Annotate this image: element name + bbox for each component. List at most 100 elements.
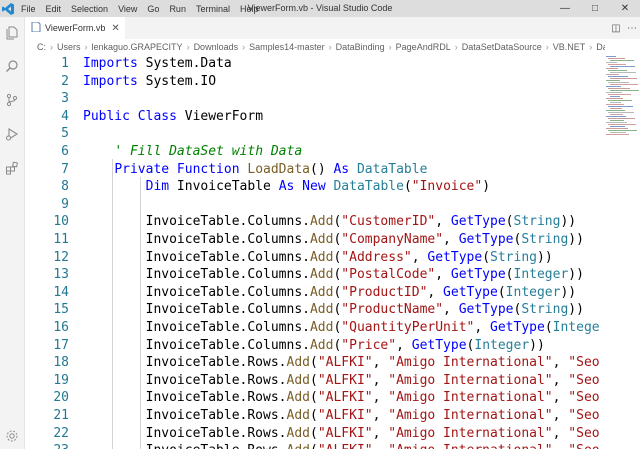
minimap[interactable] bbox=[600, 54, 640, 449]
breadcrumb-item[interactable]: DataBinding bbox=[332, 42, 385, 52]
code-line: 5 bbox=[25, 125, 600, 143]
tab-viewerform[interactable]: ViewerForm.vb ✕ bbox=[25, 17, 125, 39]
editor-actions: ◫ ⋯ bbox=[608, 17, 640, 39]
code-token: GetType bbox=[450, 267, 506, 283]
extensions-icon[interactable] bbox=[4, 160, 20, 176]
minimap-line bbox=[608, 130, 637, 131]
close-icon[interactable]: ✕ bbox=[111, 23, 119, 34]
minimap-line bbox=[610, 126, 625, 127]
menu-edit[interactable]: Edit bbox=[41, 4, 67, 14]
code-token: )) bbox=[560, 284, 577, 300]
code-token: Add bbox=[309, 320, 334, 335]
code-token: "ALFKI" bbox=[317, 408, 373, 423]
minimize-icon[interactable]: — bbox=[550, 0, 580, 17]
breadcrumb-item[interactable]: PageAndRDL bbox=[392, 42, 451, 52]
split-editor-icon[interactable]: ◫ bbox=[608, 23, 624, 34]
code-token: System.IO bbox=[137, 73, 217, 89]
breadcrumb-separator: › bbox=[84, 41, 88, 52]
breadcrumb-item[interactable]: VB.NET bbox=[549, 42, 586, 52]
code-text: Imports System.Data bbox=[83, 55, 232, 73]
source-control-icon[interactable] bbox=[4, 92, 20, 108]
files-icon[interactable] bbox=[4, 25, 20, 41]
code-text: InvoiceTable.Columns.Add ("Address", GetT… bbox=[83, 249, 553, 267]
vb-file-icon bbox=[31, 21, 41, 34]
code-token: , bbox=[396, 337, 412, 353]
menu-terminal[interactable]: Terminal bbox=[191, 4, 235, 14]
code-token: As New bbox=[278, 179, 326, 195]
code-token: InvoiceTable bbox=[169, 179, 279, 195]
menu-go[interactable]: Go bbox=[142, 4, 164, 14]
code-token: GetType bbox=[450, 214, 506, 230]
breadcrumb-item[interactable]: DataSetDataSource bbox=[592, 42, 605, 52]
code-token: "Address" bbox=[341, 249, 412, 265]
settings-gear-icon[interactable] bbox=[4, 428, 20, 444]
menu-run[interactable]: Run bbox=[164, 4, 191, 14]
breadcrumb-item[interactable]: lenkaguo.GRAPECITY bbox=[88, 42, 183, 52]
code-token: Integer bbox=[474, 337, 530, 353]
code-token: InvoiceTable.Columns. bbox=[83, 267, 310, 283]
code-text: InvoiceTable.Rows.Add("ALFKI", "Amigo In… bbox=[83, 407, 600, 425]
breadcrumb-item[interactable]: Users bbox=[53, 42, 81, 52]
minimap-line bbox=[610, 66, 635, 67]
code-token: Add bbox=[286, 355, 310, 371]
minimap-line bbox=[606, 86, 621, 87]
menu-file[interactable]: File bbox=[16, 4, 41, 14]
breadcrumb-item[interactable]: Downloads bbox=[190, 42, 239, 52]
code-token: "Amigo International" bbox=[388, 443, 552, 449]
minimap-line bbox=[608, 82, 629, 83]
code-line: 3 bbox=[25, 90, 600, 108]
code-text: Private Function LoadData() As DataTable bbox=[83, 161, 427, 179]
minimap-line bbox=[608, 76, 628, 77]
line-number: 17 bbox=[53, 337, 69, 353]
code-token: , bbox=[411, 249, 428, 265]
code-token: "PostalCode" bbox=[341, 267, 436, 283]
code-line: 21 InvoiceTable.Rows.Add("ALFKI", "Amigo… bbox=[25, 407, 600, 425]
code-line: 19 InvoiceTable.Rows.Add("ALFKI", "Amigo… bbox=[25, 372, 600, 390]
code-token: )) bbox=[568, 302, 584, 318]
menu-help[interactable]: Help bbox=[235, 4, 264, 14]
code-token: ( bbox=[309, 372, 318, 388]
minimap-line bbox=[608, 124, 636, 125]
menu-selection[interactable]: Selection bbox=[66, 4, 113, 14]
code-editor[interactable]: 1 Imports System.Data 2 Imports System.IO 3 4… bbox=[25, 54, 600, 449]
line-number: 1 bbox=[61, 56, 69, 71]
window-controls: — □ ✕ bbox=[550, 0, 640, 17]
code-text: ' Fill DataSet with Data bbox=[83, 143, 302, 161]
code-line: 6 ' Fill DataSet with Data bbox=[25, 143, 600, 161]
breadcrumb-item[interactable]: Samples14-master bbox=[245, 42, 325, 52]
maximize-icon[interactable]: □ bbox=[580, 0, 610, 17]
code-token: DataTable bbox=[356, 161, 428, 177]
minimap-line bbox=[606, 104, 624, 105]
code-text: InvoiceTable.Columns.Add("Price", GetTyp… bbox=[83, 337, 545, 355]
line-number: 12 bbox=[53, 249, 69, 265]
close-window-icon[interactable]: ✕ bbox=[610, 0, 640, 17]
line-number: 15 bbox=[53, 302, 69, 318]
breadcrumb-separator: › bbox=[545, 41, 549, 52]
code-token: GetType bbox=[443, 284, 498, 300]
menu-view[interactable]: View bbox=[113, 4, 142, 14]
line-number: 22 bbox=[53, 425, 69, 441]
code-line: 2 Imports System.IO bbox=[25, 73, 600, 91]
code-token: , bbox=[435, 267, 451, 283]
breadcrumb-item[interactable]: C: bbox=[25, 42, 46, 52]
minimap-line bbox=[610, 96, 620, 97]
code-token: , bbox=[443, 302, 459, 318]
code-token: "ALFKI" bbox=[318, 443, 373, 449]
code-token: GetType bbox=[458, 302, 514, 318]
code-token: Add bbox=[286, 372, 310, 388]
code-text: InvoiceTable.Rows.Add("ALFKI", "Amigo In… bbox=[83, 442, 600, 449]
breadcrumb-separator: › bbox=[50, 41, 53, 52]
code-token: "CustomerID" bbox=[341, 214, 436, 230]
code-text: Imports System.IO bbox=[83, 73, 216, 91]
code-token: ( bbox=[309, 390, 318, 406]
breadcrumb-item[interactable]: DataSetDataSource bbox=[458, 42, 542, 52]
code-token: "Seoul" bbox=[568, 425, 600, 441]
tab-label: ViewerForm.vb bbox=[45, 23, 106, 33]
code-text: InvoiceTable.Columns.Add ("QuantityPerUni… bbox=[83, 319, 600, 337]
code-token: , bbox=[443, 232, 459, 247]
search-icon[interactable] bbox=[4, 58, 20, 74]
more-actions-icon[interactable]: ⋯ bbox=[624, 23, 640, 34]
line-number: 9 bbox=[61, 196, 69, 212]
run-debug-icon[interactable] bbox=[4, 126, 20, 142]
